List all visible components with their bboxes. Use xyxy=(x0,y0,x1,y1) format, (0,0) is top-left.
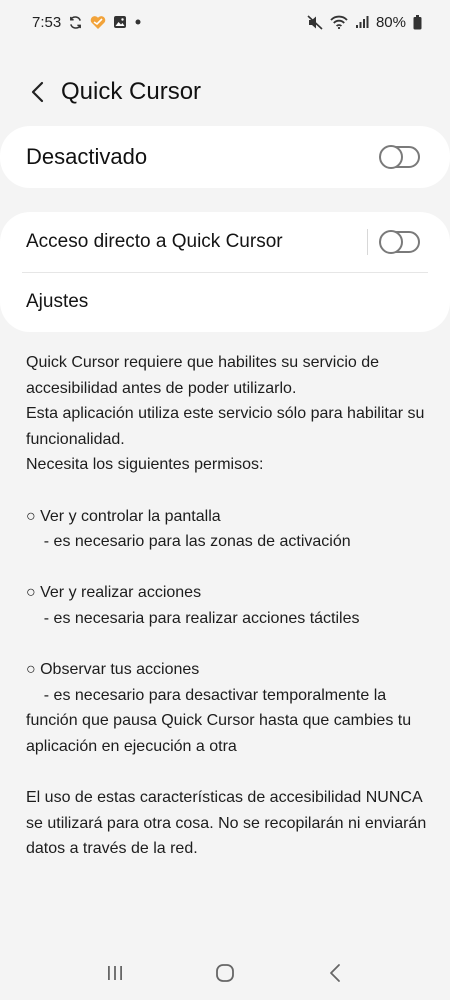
gallery-icon xyxy=(113,15,127,29)
recents-button[interactable] xyxy=(95,953,135,993)
permission-desc: - es necesaria para realizar acciones tá… xyxy=(26,609,360,627)
permission-desc: - es necesario para las zonas de activac… xyxy=(26,533,351,551)
privacy-note: El uso de estas características de acces… xyxy=(26,789,431,858)
heart-app-icon xyxy=(90,15,106,30)
settings-card: Acceso directo a Quick Cursor Ajustes xyxy=(0,212,450,332)
dot-icon xyxy=(134,18,142,26)
nav-back-button[interactable] xyxy=(315,953,355,993)
page-title: Quick Cursor xyxy=(61,78,202,105)
master-switch-toggle[interactable] xyxy=(379,145,420,169)
permission-desc: - es necesario para desactivar temporalm… xyxy=(26,686,416,755)
recents-icon xyxy=(108,966,122,980)
back-button[interactable] xyxy=(12,66,64,118)
chevron-left-icon xyxy=(31,81,44,103)
battery-percent: 80% xyxy=(375,13,406,31)
mute-icon xyxy=(307,14,323,30)
row-divider xyxy=(22,272,428,273)
permission-title: ○ Ver y realizar acciones xyxy=(26,584,202,602)
settings-row[interactable]: Ajustes xyxy=(0,272,450,332)
signal-icon xyxy=(355,15,369,29)
wifi-icon xyxy=(330,15,348,29)
toggle-knob xyxy=(379,145,403,169)
shortcut-row[interactable]: Acceso directo a Quick Cursor xyxy=(0,212,450,272)
sync-icon xyxy=(68,15,83,30)
description-line: Quick Cursor requiere que habilites su s… xyxy=(26,354,384,397)
home-icon xyxy=(216,964,234,982)
home-button[interactable] xyxy=(205,953,245,993)
permission-title: ○ Observar tus acciones xyxy=(26,661,200,679)
shortcut-toggle[interactable] xyxy=(379,230,420,254)
shortcut-switch-wrap xyxy=(367,229,420,255)
master-switch-label: Desactivado xyxy=(26,144,148,169)
status-bar: 7:53 80% xyxy=(0,0,450,44)
description-text: Quick Cursor requiere que habilites su s… xyxy=(26,350,431,862)
navigation-bar xyxy=(0,946,450,1000)
status-right: 80% xyxy=(307,14,422,31)
master-switch-card[interactable]: Desactivado xyxy=(0,126,450,188)
status-time: 7:53 xyxy=(32,13,62,31)
screen: 7:53 80% Quick Cursor Desactivado Acceso… xyxy=(0,0,450,1000)
shortcut-label: Acceso directo a Quick Cursor xyxy=(26,231,283,252)
vertical-separator xyxy=(367,229,368,255)
description-line: Necesita los siguientes permisos: xyxy=(26,456,264,474)
permission-title: ○ Ver y controlar la pantalla xyxy=(26,507,221,525)
toggle-knob xyxy=(379,230,403,254)
back-icon xyxy=(330,964,340,982)
settings-label: Ajustes xyxy=(26,291,89,312)
app-header: Quick Cursor xyxy=(0,66,450,118)
description-line: Esta aplicación utiliza este servicio só… xyxy=(26,405,429,448)
status-left: 7:53 xyxy=(32,14,142,31)
battery-icon xyxy=(413,14,422,30)
